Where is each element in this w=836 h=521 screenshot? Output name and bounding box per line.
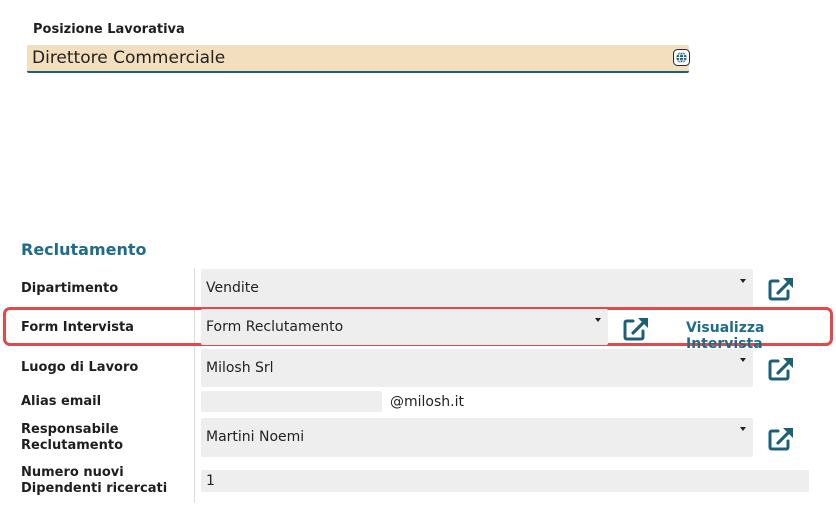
job-position-value: Direttore Commerciale: [32, 48, 226, 68]
interview-form-select[interactable]: Form Reclutamento: [201, 309, 608, 345]
external-link-icon[interactable]: [767, 426, 795, 452]
work-location-value: Milosh Srl: [206, 360, 274, 376]
work-location-label: Luogo di Lavoro: [21, 360, 139, 375]
department-value: Vendite: [206, 280, 259, 296]
external-link-icon[interactable]: [767, 356, 795, 382]
target-hires-input[interactable]: 1: [201, 470, 809, 492]
recruiter-select[interactable]: Martini Noemi: [201, 418, 753, 457]
recruiter-label: Responsabile Reclutamento: [21, 422, 123, 454]
interview-form-value: Form Reclutamento: [206, 319, 344, 335]
view-interview-link[interactable]: Visualizza Intervista: [686, 320, 836, 352]
email-domain-suffix: @milosh.it: [390, 394, 464, 410]
target-hires-label-line1: Numero nuovi: [21, 465, 124, 480]
email-alias-input[interactable]: [201, 391, 382, 412]
column-divider: [194, 268, 195, 503]
section-title-recruitment: Reclutamento: [21, 240, 147, 259]
target-hires-label-line2: Dipendenti ricercati: [21, 481, 168, 496]
external-link-icon[interactable]: [767, 276, 795, 302]
department-label: Dipartimento: [21, 281, 119, 296]
job-position-label: Posizione Lavorativa: [33, 22, 185, 37]
recruiter-value: Martini Noemi: [206, 429, 305, 445]
recruiter-label-line1: Responsabile: [21, 422, 119, 437]
email-alias-label: Alias email: [21, 394, 102, 409]
job-position-field[interactable]: Direttore Commerciale: [27, 45, 690, 73]
globe-icon[interactable]: [673, 49, 690, 66]
interview-form-label: Form Intervista: [21, 320, 134, 335]
work-location-select[interactable]: Milosh Srl: [201, 349, 753, 387]
recruiter-label-line2: Reclutamento: [21, 438, 123, 453]
dropdown-caret-icon: [740, 279, 746, 283]
dropdown-caret-icon: [740, 358, 746, 362]
target-hires-label: Numero nuovi Dipendenti ricercati: [21, 465, 167, 497]
dropdown-caret-icon: [595, 318, 601, 322]
target-hires-value: 1: [206, 473, 215, 489]
department-select[interactable]: Vendite: [201, 269, 753, 307]
external-link-icon[interactable]: [622, 316, 650, 342]
dropdown-caret-icon: [740, 427, 746, 431]
